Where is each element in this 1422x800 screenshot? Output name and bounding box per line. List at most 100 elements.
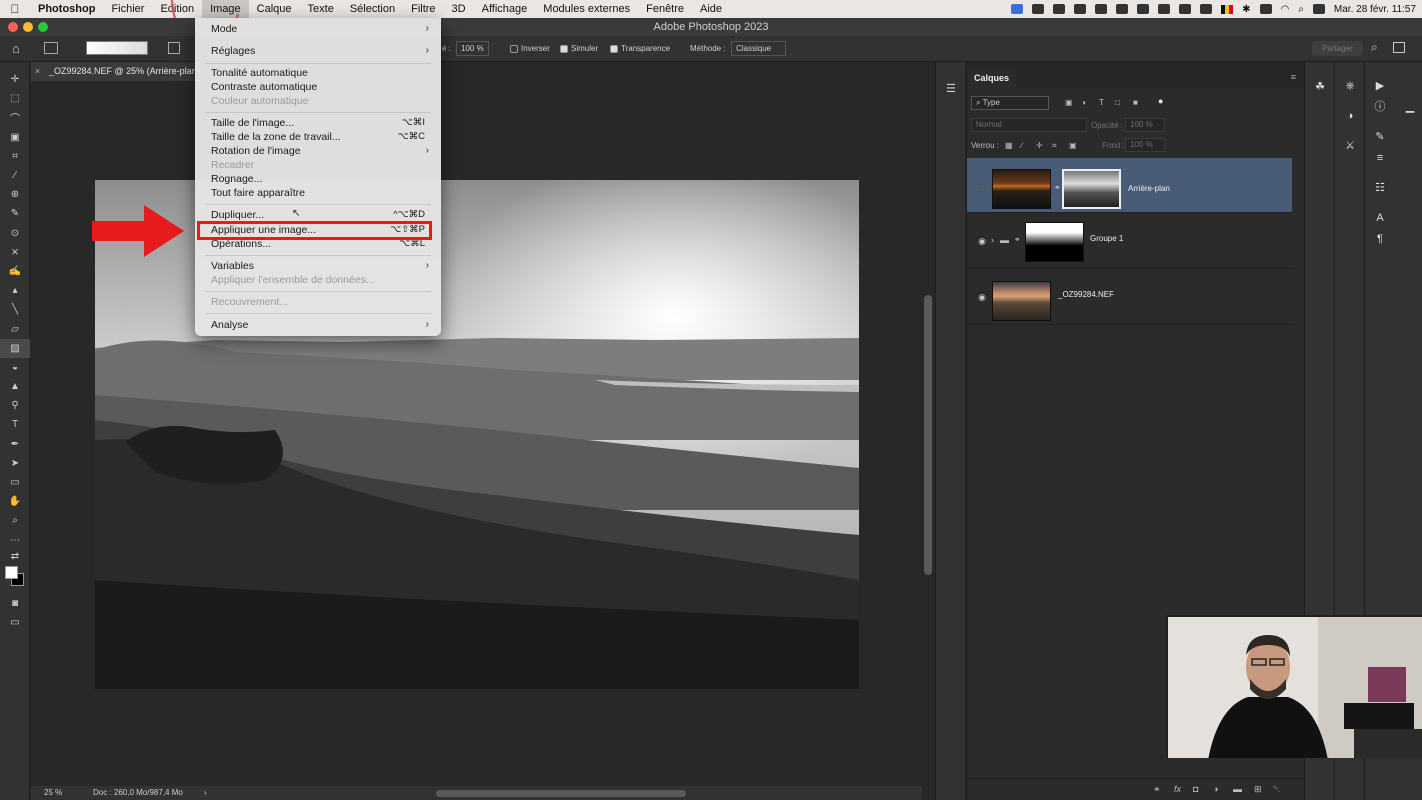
info-icon[interactable]: ⓘ xyxy=(1373,100,1387,114)
simuler-checkbox[interactable]: Simuler xyxy=(560,44,598,53)
zoom-level[interactable]: 25 % xyxy=(44,786,62,800)
layer-row-arriere-plan[interactable]: ⚭ Arrière-plan xyxy=(967,158,1292,213)
sync-icon[interactable] xyxy=(1053,4,1066,14)
history-brush-tool-icon[interactable]: ⨯ xyxy=(0,243,30,262)
close-window-button[interactable] xyxy=(8,22,18,32)
eyedropper-tool-icon[interactable]: ∕ xyxy=(0,166,30,185)
mask-link-icon[interactable]: ⚭ xyxy=(1054,183,1061,192)
fx-icon[interactable]: fx xyxy=(1174,784,1181,794)
vertical-scrollbar[interactable] xyxy=(924,295,932,575)
add-mask-icon[interactable]: ◘ xyxy=(1193,784,1198,794)
gradient-preview[interactable] xyxy=(86,41,148,55)
menu-calque[interactable]: Calque xyxy=(249,0,300,18)
menu-filtre[interactable]: Filtre xyxy=(403,0,443,18)
zoom-tool-icon[interactable]: ⌕ xyxy=(0,511,30,530)
camera-icon[interactable] xyxy=(1074,4,1087,14)
filter-shape-icon[interactable]: □ xyxy=(1115,98,1120,107)
sliders-icon[interactable] xyxy=(1158,4,1171,14)
control-center-icon[interactable] xyxy=(1312,4,1325,14)
menu-item-analyse[interactable]: Analyse › xyxy=(211,318,429,332)
smudge-tool-icon[interactable]: ◒ xyxy=(0,358,30,377)
pen-tool-icon[interactable]: ✒ xyxy=(0,435,30,454)
layer-row-groupe-1[interactable]: ◉ › ▬ ⚭ Groupe 1 xyxy=(967,214,1292,269)
layer-mask-thumbnail[interactable] xyxy=(1062,169,1121,209)
filter-pixel-icon[interactable]: ▣ xyxy=(1065,98,1073,107)
opacity-field[interactable]: 100 % xyxy=(456,41,489,56)
menu-modules-externes[interactable]: Modules externes xyxy=(535,0,638,18)
brush-settings-icon[interactable]: ✎ xyxy=(1373,130,1387,144)
status-chevron-icon[interactable]: › xyxy=(204,786,207,800)
document-tab[interactable]: × _OZ99284.NEF @ 25% (Arrière-plan xyxy=(31,62,201,81)
new-group-icon[interactable]: ▬ xyxy=(1233,784,1242,794)
close-tab-icon[interactable]: × xyxy=(35,62,40,81)
group-expand-chevron-icon[interactable]: › xyxy=(991,235,994,245)
screen-icon[interactable] xyxy=(1116,4,1129,14)
adjustment-layer-icon[interactable]: ◑ xyxy=(1213,784,1218,794)
actions-play-icon[interactable]: ▶ xyxy=(1373,79,1387,93)
transparence-checkbox[interactable]: Transparence xyxy=(610,44,670,53)
clone-tool-icon[interactable]: ▴ xyxy=(0,281,30,300)
menu-item-reglages[interactable]: Réglages › xyxy=(211,44,429,58)
bluetooth-icon[interactable]: ✱ xyxy=(1242,4,1250,15)
paragraph-icon[interactable]: ¶ xyxy=(1373,232,1387,246)
panel-menu-icon[interactable]: ≡ xyxy=(1291,72,1296,82)
swap-colors-icon[interactable]: ⇄ xyxy=(0,550,30,564)
menu-3d[interactable]: 3D xyxy=(444,0,474,18)
layer-opacity-field[interactable]: 100 % xyxy=(1125,118,1165,132)
clock-icon[interactable] xyxy=(1137,4,1150,14)
eye-icon[interactable]: ◉ xyxy=(976,236,988,247)
menu-item-tout-faire-apparaitre[interactable]: Tout faire apparaître xyxy=(211,186,429,200)
stamp-tool-icon[interactable]: ⊙ xyxy=(0,224,30,243)
doc-info[interactable]: Doc : 260,0 Mo/987,4 Mo xyxy=(93,786,183,800)
dodge-tool-icon[interactable]: ⚲ xyxy=(0,396,30,415)
filter-type-select[interactable]: ⌕ Type xyxy=(971,96,1049,110)
search-icon[interactable]: ⌕ xyxy=(1371,40,1378,55)
battery-icon[interactable] xyxy=(1259,4,1272,14)
move-tool-icon[interactable]: ✛ xyxy=(0,70,30,89)
lasso-tool-icon[interactable]: ⌒ xyxy=(0,108,30,127)
tab-layers[interactable]: Calques xyxy=(967,68,1017,88)
layer-row-oz99284[interactable]: ◉ _OZ99284.NEF xyxy=(967,270,1292,325)
methode-select[interactable]: Classique xyxy=(731,41,787,56)
brush-tool-icon[interactable]: ✎ xyxy=(0,204,30,223)
quick-mask-icon[interactable]: ◙ xyxy=(0,594,30,613)
filter-smart-object-icon[interactable]: ■ xyxy=(1133,98,1138,107)
histogram-icon[interactable]: ▁ xyxy=(1403,100,1417,114)
menu-selection[interactable]: Sélection xyxy=(342,0,403,18)
menu-item-variables[interactable]: Variables › xyxy=(211,259,429,273)
home-icon[interactable]: ⌂ xyxy=(12,41,20,56)
mask-link-icon[interactable]: ⚭ xyxy=(1014,235,1021,244)
filter-adjustment-icon[interactable]: ◑ xyxy=(1081,98,1086,107)
layer-name[interactable]: Groupe 1 xyxy=(1090,234,1123,243)
creative-cloud-icon[interactable] xyxy=(1032,4,1045,14)
horizontal-scrollbar[interactable] xyxy=(436,790,686,797)
delete-layer-icon[interactable]: ␡ xyxy=(1273,784,1280,795)
new-layer-icon[interactable]: ⊞ xyxy=(1254,784,1262,795)
blend-mode-select[interactable]: Normal xyxy=(971,118,1087,132)
inverser-checkbox[interactable]: Inverser xyxy=(510,44,550,53)
belgium-flag-icon[interactable] xyxy=(1221,4,1234,14)
layer-thumbnail[interactable] xyxy=(992,169,1051,209)
visibility-off-box[interactable] xyxy=(978,184,986,192)
quick-select-tool-icon[interactable]: ▣ xyxy=(0,128,30,147)
tool-preset-icon[interactable] xyxy=(44,42,58,54)
crop-tool-icon[interactable]: ⌗ xyxy=(0,147,30,166)
eye-icon[interactable]: ◉ xyxy=(976,292,988,303)
paths-icon[interactable]: ⎈ xyxy=(1343,79,1357,93)
layer-name[interactable]: Arrière-plan xyxy=(1128,184,1170,193)
menu-item-tonalite-automatique[interactable]: Tonalité automatique xyxy=(211,66,429,80)
share-button[interactable]: Partager xyxy=(1312,41,1363,56)
lock-all-icon[interactable]: ▣ xyxy=(1069,141,1077,150)
gradient-type-linear-icon[interactable] xyxy=(168,42,180,54)
lock-transparent-icon[interactable]: ▦ xyxy=(1005,141,1013,150)
menubar-datetime[interactable]: Mar. 28 févr. 11:57 xyxy=(1334,4,1416,15)
menu-fenetre[interactable]: Fenêtre xyxy=(638,0,692,18)
healing-brush-tool-icon[interactable]: ⊕ xyxy=(0,185,30,204)
channels-icon[interactable]: ⚔ xyxy=(1343,139,1357,153)
type-tool-icon[interactable]: T xyxy=(0,415,30,434)
menu-affichage[interactable]: Affichage xyxy=(474,0,536,18)
menu-aide[interactable]: Aide xyxy=(692,0,730,18)
volume-icon[interactable] xyxy=(1200,4,1213,14)
menu-fichier[interactable]: Fichier xyxy=(103,0,152,18)
clone-source-icon[interactable]: ☷ xyxy=(1373,181,1387,195)
